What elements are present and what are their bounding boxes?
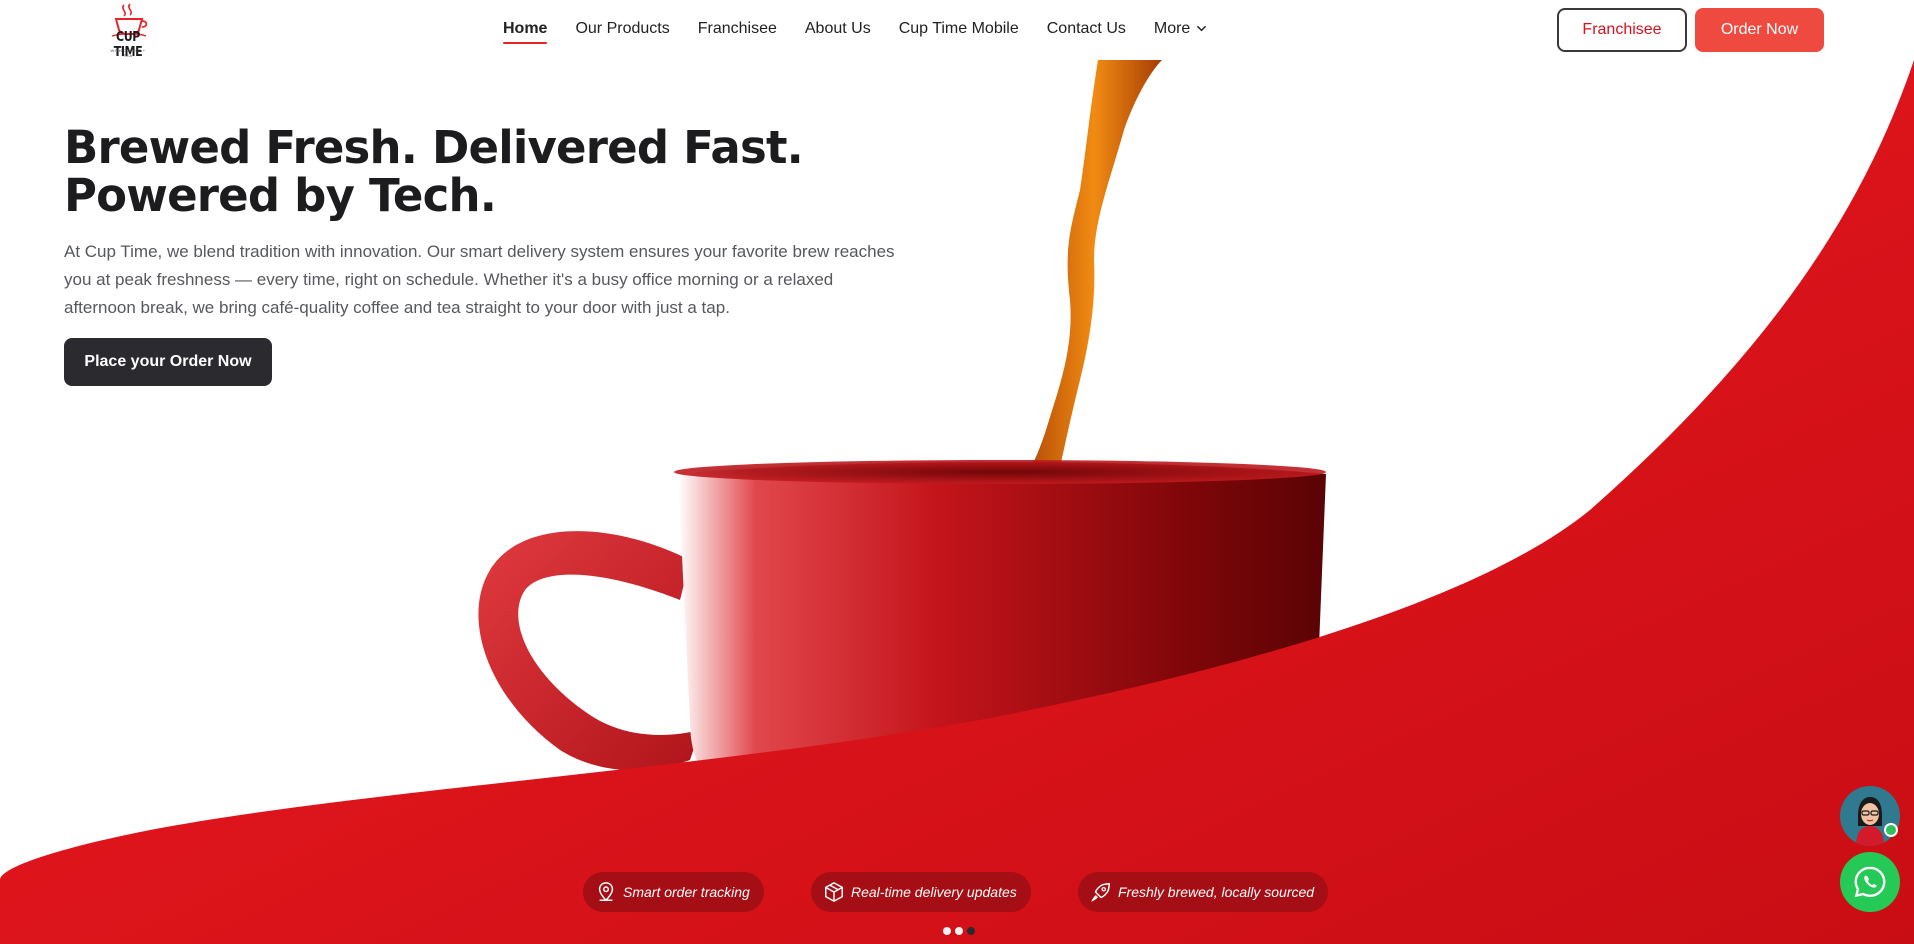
feature-pill-tracking: Smart order tracking [583, 872, 764, 912]
nav-about-us[interactable]: About Us [805, 0, 871, 58]
feature-label: Smart order tracking [623, 884, 750, 900]
carousel-dot-1[interactable] [943, 927, 951, 935]
feature-label: Real-time delivery updates [851, 884, 1017, 900]
hero-title-line-1: Brewed Fresh. Delivered Fast. [64, 121, 804, 174]
top-navbar: CUP TIME WITH COFFEE + TEA Home Our Prod… [0, 0, 1914, 60]
nav-contact-us[interactable]: Contact Us [1047, 0, 1126, 58]
nav-our-products[interactable]: Our Products [575, 0, 669, 58]
carousel-dot-2[interactable] [955, 927, 963, 935]
hero-description: At Cup Time, we blend tradition with inn… [64, 242, 895, 317]
main-nav: Home Our Products Franchisee About Us Cu… [503, 0, 1235, 58]
feature-pill-fresh: Freshly brewed, locally sourced [1078, 872, 1329, 912]
nav-more[interactable]: More [1154, 0, 1207, 58]
nav-franchisee[interactable]: Franchisee [698, 0, 777, 58]
hero-title: Brewed Fresh. Delivered Fast. Powered by… [64, 124, 864, 220]
chevron-down-icon [1197, 26, 1207, 32]
carousel-dot-3[interactable] [967, 927, 975, 935]
assistant-avatar-icon [1840, 786, 1900, 846]
logo-tagline: WITH COFFEE + TEA [110, 48, 146, 58]
rocket-icon [1091, 883, 1110, 902]
nav-more-label: More [1153, 20, 1191, 37]
order-now-button[interactable]: Order Now [1695, 8, 1824, 52]
feature-pill-delivery: Real-time delivery updates [811, 872, 1031, 912]
franchisee-button[interactable]: Franchisee [1557, 8, 1687, 52]
whatsapp-icon [1854, 866, 1886, 898]
whatsapp-button[interactable] [1840, 852, 1900, 912]
chat-assistant-avatar[interactable] [1840, 786, 1900, 846]
carousel-dots [943, 927, 979, 935]
hero-title-line-2: Powered by Tech. [64, 169, 497, 222]
nav-home[interactable]: Home [503, 0, 548, 58]
feature-label: Freshly brewed, locally sourced [1118, 884, 1315, 900]
nav-cup-time-mobile[interactable]: Cup Time Mobile [899, 0, 1019, 58]
location-pin-icon [598, 882, 614, 902]
online-status-indicator [1884, 823, 1898, 837]
place-order-button[interactable]: Place your Order Now [64, 338, 272, 386]
package-icon [825, 882, 843, 902]
